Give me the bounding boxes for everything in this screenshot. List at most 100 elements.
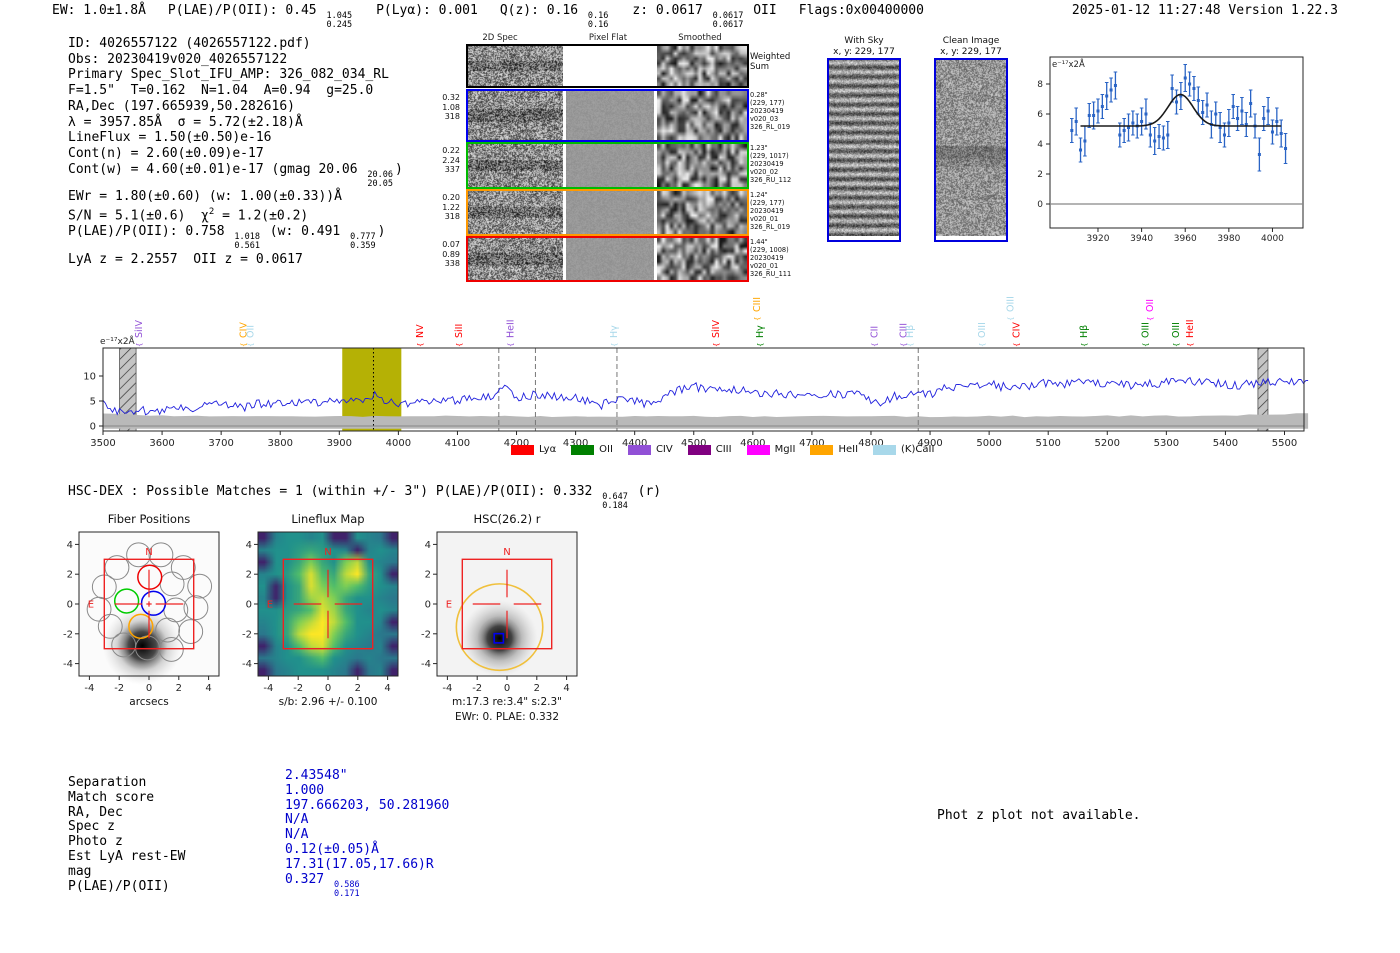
info-line: Cont(n) = 2.60(±0.09)e-17: [68, 145, 264, 161]
spectrum-line-legend: Lyα OII CIV CIII MgII HeII (K)CaII: [511, 444, 934, 455]
header-stat-0: EW: 1.0±1.8Å: [52, 3, 146, 18]
svg-text:e⁻¹⁷x2Å: e⁻¹⁷x2Å: [1052, 58, 1085, 70]
elixer-detection-report: EW: 1.0±1.8Å P(LAE)/P(OII): 0.45 1.045 0.2…: [0, 0, 1400, 953]
panel-sublabel: EWr: 0. PLAE: 0.332: [455, 711, 559, 723]
match-row-label: Separation: [68, 775, 147, 790]
svg-text:5500: 5500: [1272, 438, 1297, 449]
cutout-col-title: 2D Spec: [482, 33, 518, 43]
compass-north-label: N: [145, 547, 152, 558]
legend-swatch: [687, 444, 711, 455]
svg-text:{: {: [1142, 343, 1150, 347]
emission-line-label: SiIV: [711, 320, 722, 338]
match-row-label: Photo z: [68, 834, 123, 850]
svg-text:4: 4: [67, 540, 73, 551]
emission-line-label: OII: [1145, 299, 1156, 312]
svg-text:5000: 5000: [976, 438, 1001, 449]
cutout-row-right-labels: 1.23" (229, 1017) 20230419 v020_02 326_RU_11…: [750, 144, 792, 184]
legend-item: MgII: [746, 444, 795, 455]
emission-line-label: OII: [246, 325, 257, 338]
legend-swatch: [627, 444, 651, 455]
legend-swatch: [810, 444, 834, 455]
cutout-row: [466, 142, 749, 189]
compass-east-label: E: [88, 600, 94, 611]
match-row-value: N/A: [285, 812, 309, 828]
legend-swatch: [571, 444, 595, 455]
line-fit-plot: 3920 3940 3960 3980 4000 0 2 4 6 8 e⁻¹⁷x2Å: [1037, 56, 1304, 242]
info-line: S/N = 5.1(±0.6) χ2 = 1.2(±0.2): [68, 207, 309, 224]
compass-east-label: E: [446, 600, 452, 611]
svg-text:0: 0: [67, 600, 73, 611]
stacked-fraction: 1.045 0.245: [326, 11, 353, 31]
compass-north-label: N: [503, 547, 510, 558]
info-line: LineFlux = 1.50(±0.50)e-16: [68, 130, 272, 146]
svg-text:-4: -4: [84, 683, 94, 694]
svg-text:-4: -4: [442, 683, 452, 694]
legend-item: OII: [571, 444, 613, 455]
svg-text:-4: -4: [63, 659, 73, 670]
svg-text:0: 0: [504, 683, 510, 694]
svg-text:-4: -4: [242, 659, 252, 670]
svg-text:4000: 4000: [1261, 234, 1284, 242]
stacked-fraction: 0.647 0.184: [602, 492, 628, 512]
emission-line-label: Hβ: [1079, 325, 1090, 338]
header-stat-2: P(Lyα): 0.001: [376, 3, 478, 18]
svg-text:{: {: [1013, 343, 1021, 347]
panel-title: Fiber Positions: [108, 512, 191, 526]
panel-sublabel: m:17.3 re:3.4" s:2.3": [452, 696, 562, 708]
emission-line-label: CII: [870, 326, 881, 338]
legend-swatch: [511, 444, 534, 455]
svg-text:4: 4: [384, 683, 390, 694]
hsc-image-panel: HSC(26.2) rNE-4-4-2-2002244m:17.3 re:3.4…: [421, 512, 578, 723]
emission-line-label: OIII: [1141, 322, 1152, 338]
header-stats: EW: 1.0±1.8Å P(LAE)/P(OII): 0.45 1.045 0.2…: [52, 3, 924, 31]
header-datetime: 2025-01-12 11:27:48 Version 1.22.3: [1071, 3, 1338, 18]
svg-text:0: 0: [425, 600, 431, 611]
panel-xlabel: arcsecs: [129, 696, 168, 708]
cutout-row: [466, 89, 749, 142]
svg-text:-4: -4: [263, 683, 273, 694]
lineflux-map-panel: Lineflux Map N E -4 -4 -2 -2 0 0 2 2 4 4 s/b: 2.96 +/…: [242, 512, 399, 708]
legend-item: HeII: [810, 444, 858, 455]
svg-text:0: 0: [325, 683, 331, 694]
svg-text:5300: 5300: [1154, 438, 1179, 449]
svg-text:3960: 3960: [1174, 234, 1197, 242]
stacked-fraction: 0.777 0.359: [350, 232, 376, 252]
svg-text:{: {: [611, 343, 619, 347]
cutout-col-title: Smoothed: [678, 33, 722, 43]
svg-text:{: {: [1081, 343, 1089, 347]
svg-text:-2: -2: [421, 629, 431, 640]
match-row-label: Spec z: [68, 819, 115, 835]
panel-title: Lineflux Map: [291, 512, 364, 526]
svg-text:5: 5: [90, 397, 96, 408]
svg-text:2: 2: [67, 570, 73, 581]
match-row-label: Est LyA rest-EW: [68, 849, 186, 864]
svg-text:4: 4: [563, 683, 569, 694]
svg-text:3800: 3800: [267, 438, 292, 449]
emission-line-label: HeII: [506, 319, 517, 338]
header-stat-4: z: 0.0617 0.0617 0.0617 OII: [632, 3, 777, 31]
compass-east-label: E: [267, 600, 273, 611]
legend-item: CIII: [687, 444, 732, 455]
clean-image: [934, 58, 1008, 242]
info-line: Primary Spec_Slot_IFU_AMP: 326_082_034_R…: [68, 67, 389, 83]
match-row-value: 17.31(17.05,17.66)R: [285, 856, 434, 872]
svg-text:4: 4: [205, 683, 211, 694]
svg-text:10: 10: [83, 372, 96, 383]
svg-text:{: {: [1007, 317, 1015, 321]
match-row-value: 0.12(±0.05)Å: [285, 842, 379, 857]
cutout-title: Clean Image x, y: 229, 177: [940, 36, 1002, 57]
info-line: λ = 3957.85Å σ = 5.72(±2.18)Å: [68, 114, 303, 130]
svg-text:-2: -2: [242, 629, 252, 640]
info-line: RA,Dec (197.665939,50.282616): [68, 98, 295, 114]
info-line: EWr = 1.80(±0.60) (w: 1.00(±0.33))Å: [68, 189, 342, 205]
svg-text:{: {: [756, 343, 764, 347]
header-stat-3: Q(z): 0.16 0.16 0.16: [499, 3, 609, 31]
svg-text:2: 2: [1037, 170, 1043, 180]
cutout-row-right-labels: 0.28" (229, 177) 20230419 v020_03 326_RL_019: [750, 91, 791, 131]
match-row-label: mag: [68, 863, 92, 879]
match-row-value: 1.000: [285, 782, 325, 798]
match-row-label: Match score: [68, 789, 155, 805]
match-row-label: P(LAE)/P(OII): [68, 878, 170, 894]
svg-text:{: {: [247, 343, 255, 347]
header-stat-1: P(LAE)/P(OII): 0.45 1.045 0.245: [167, 3, 353, 31]
